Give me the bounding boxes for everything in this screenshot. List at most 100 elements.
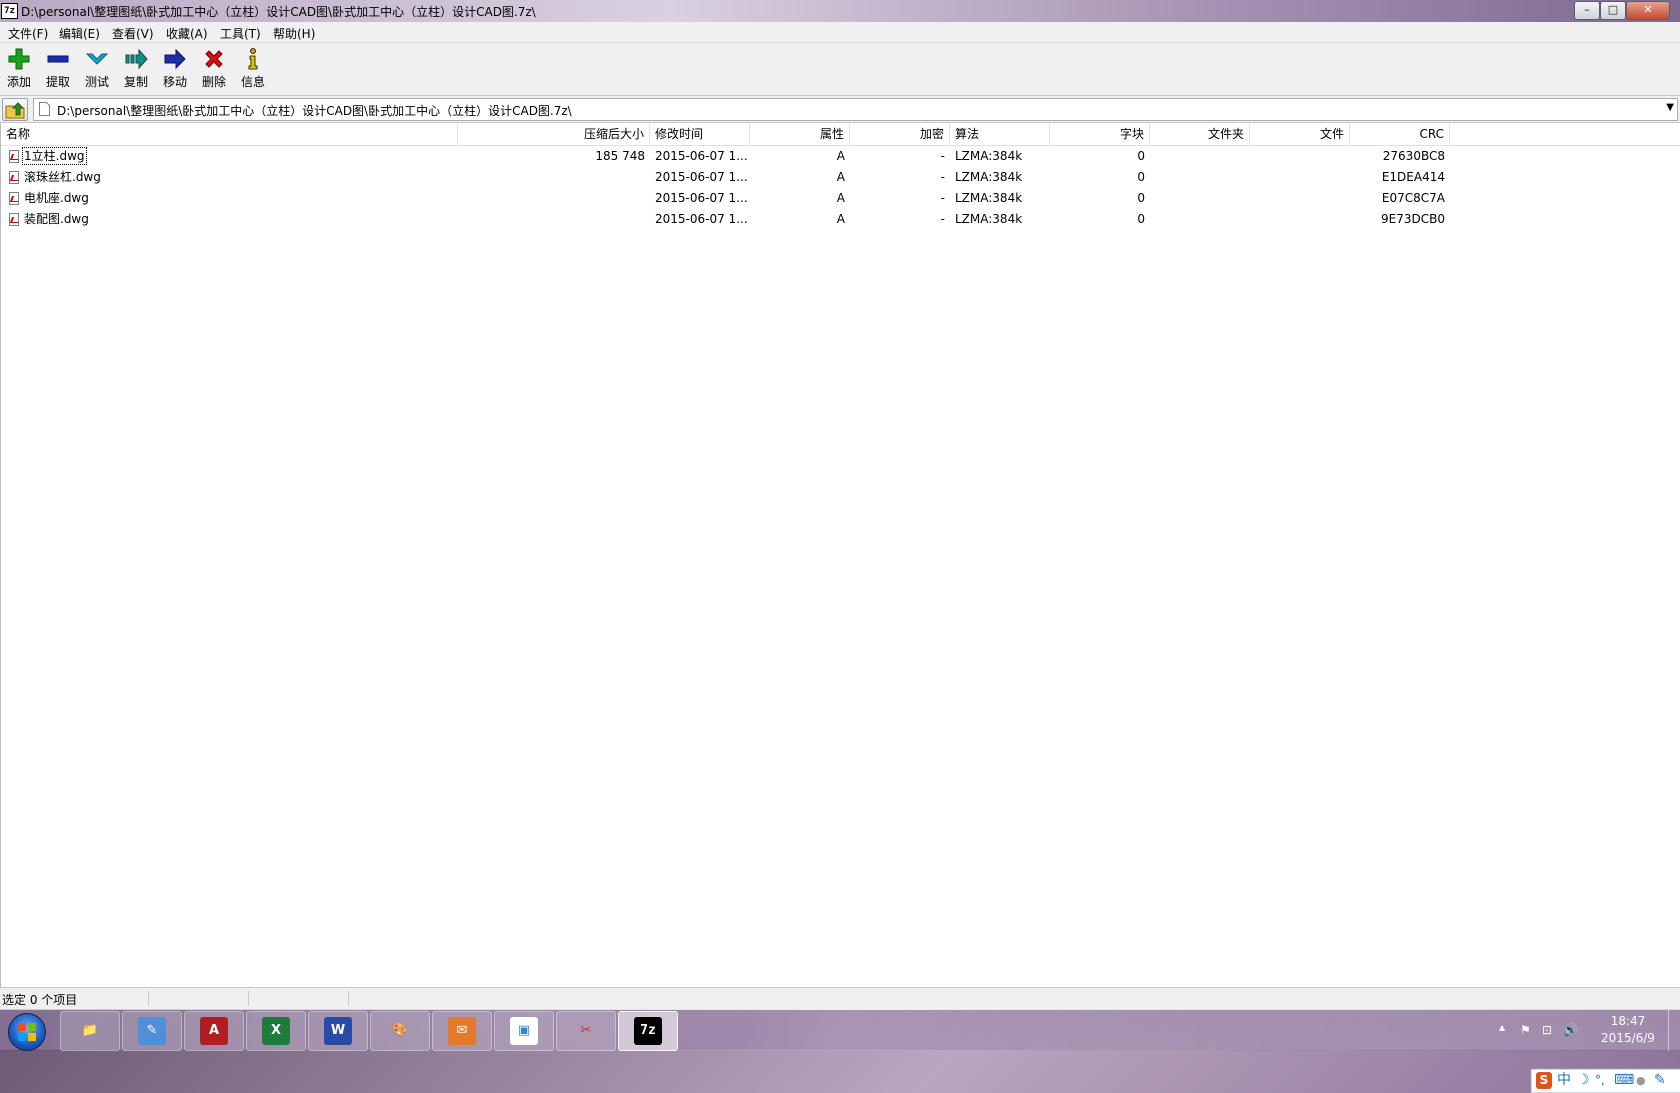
copy-button[interactable]: 复制 [117,45,155,93]
taskbar-mail[interactable]: ✉ [432,1011,492,1051]
menu-edit[interactable]: 编辑(E) [55,24,104,43]
start-button[interactable] [2,1011,48,1051]
column-attributes[interactable]: 属性 [750,123,850,145]
modified-time: 2015-06-07 1... [655,212,748,226]
test-button[interactable]: 测试 [78,45,116,93]
punctuation-toggle[interactable]: °, [1595,1072,1605,1089]
column-modified[interactable]: 修改时间 [650,123,750,145]
folders [1150,209,1250,230]
taskbar-explorer[interactable]: 📁 [60,1011,120,1051]
sogou-logo-icon[interactable]: S [1536,1072,1552,1089]
moon-icon[interactable]: ☽ [1577,1072,1590,1089]
taskbar-paint[interactable]: 🎨 [370,1011,430,1051]
taskbar-autocad[interactable]: A [184,1011,244,1051]
taskbar-excel[interactable]: X [246,1011,306,1051]
method: LZMA:384k [955,170,1023,184]
taskbar-archive[interactable]: W [308,1011,368,1051]
autocad-icon: A [200,1017,228,1045]
test-label: 测试 [84,75,109,89]
taskbar-7zip[interactable]: 7z [618,1011,678,1051]
file-row[interactable]: 1立柱.dwg 185 748 2015-06-07 1... A - LZMA… [1,146,1451,167]
action-center-flag-icon[interactable]: ⚑ [1520,1023,1531,1037]
column-files[interactable]: 文件 [1250,123,1350,145]
move-button[interactable]: 移动 [156,45,194,93]
encrypted: - [940,191,945,205]
file-name[interactable]: 1立柱.dwg [22,147,87,165]
network-icon[interactable]: ⊡ [1542,1023,1552,1037]
file-name[interactable]: 电机座.dwg [23,190,90,206]
copy-label: 复制 [123,75,148,89]
file-row[interactable]: 滚珠丝杠.dwg 2015-06-07 1... A - LZMA:384k 0… [1,167,1451,188]
user-icon[interactable]: ● [1636,1072,1646,1089]
menu-favorites[interactable]: 收藏(A) [162,24,212,43]
file-row[interactable]: 装配图.dwg 2015-06-07 1... A - LZMA:384k 0 … [1,209,1451,230]
folders [1150,167,1250,188]
status-bar: 选定 0 个项目 [0,987,1680,1010]
file-row[interactable]: 电机座.dwg 2015-06-07 1... A - LZMA:384k 0 … [1,188,1451,209]
move-icon [164,48,186,70]
method: LZMA:384k [955,212,1023,226]
delete-label: 删除 [201,75,226,89]
crc: E07C8C7A [1381,191,1445,205]
block: 0 [1137,212,1145,226]
copy-icon [125,48,148,70]
parent-folder-button[interactable] [2,98,28,121]
show-desktop-button[interactable] [1668,1010,1680,1051]
add-button[interactable]: 添加 [0,45,38,93]
column-folders[interactable]: 文件夹 [1150,123,1250,145]
packed-size [458,167,650,188]
taskbar-snipping[interactable]: ✂ [556,1011,616,1051]
block: 0 [1137,149,1145,163]
column-encrypted[interactable]: 加密 [850,123,950,145]
tool-icon[interactable]: ✎ [1654,1072,1666,1089]
menu-tools[interactable]: 工具(T) [216,24,265,43]
menu-view[interactable]: 查看(V) [108,24,158,43]
keyboard-icon[interactable]: ⌨ [1614,1072,1634,1089]
column-crc[interactable]: CRC [1350,123,1450,145]
add-icon [8,48,30,70]
attributes: A [836,191,845,205]
dwg-file-icon [9,150,19,163]
modified-time: 2015-06-07 1... [655,149,748,163]
minimize-button[interactable]: – [1574,1,1600,20]
column-name[interactable]: 名称 [1,123,458,145]
window-app-icon: ▣ [510,1017,538,1045]
encrypted: - [940,170,945,184]
volume-icon[interactable]: 🔊 [1563,1023,1578,1037]
file-list[interactable]: 名称 压缩后大小 修改时间 属性 加密 算法 字块 文件夹 文件 CRC 1立柱… [0,123,1680,1093]
crc: 27630BC8 [1382,149,1445,163]
modified-time: 2015-06-07 1... [655,170,748,184]
method: LZMA:384k [955,149,1023,163]
chevron-down-icon[interactable]: ▼ [1666,102,1674,113]
path-input[interactable]: D:\personal\整理图纸\卧式加工中心（立柱）设计CAD图\卧式加工中心… [33,98,1678,121]
window-title: D:\personal\整理图纸\卧式加工中心（立柱）设计CAD图\卧式加工中心… [21,5,536,19]
ime-toolbar[interactable]: S 中 ☽ °, ⌨ ● ✎ [1531,1069,1680,1093]
address-bar: D:\personal\整理图纸\卧式加工中心（立柱）设计CAD图\卧式加工中心… [0,96,1680,123]
extract-button[interactable]: 提取 [39,45,77,93]
7zip-app-icon[interactable]: 7z [1,3,18,19]
move-label: 移动 [162,75,187,89]
info-button[interactable]: 信息 [234,45,272,93]
menu-file[interactable]: 文件(F) [4,24,52,43]
column-method[interactable]: 算法 [950,123,1050,145]
status-text: 选定 0 个项目 [2,993,78,1007]
taskbar-draw[interactable]: ✎ [122,1011,182,1051]
taskbar-window[interactable]: ▣ [494,1011,554,1051]
folders [1150,188,1250,209]
ime-mode-toggle[interactable]: 中 [1557,1072,1571,1089]
close-button[interactable]: ✕ [1626,1,1670,20]
column-packed-size[interactable]: 压缩后大小 [458,123,650,145]
maximize-button[interactable]: □ [1600,1,1626,20]
snipping-tool-icon: ✂ [580,1023,592,1038]
extract-label: 提取 [45,75,70,89]
status-divider [148,991,149,1006]
status-divider [248,991,249,1006]
menu-help[interactable]: 帮助(H) [269,24,319,43]
file-name[interactable]: 装配图.dwg [23,211,90,227]
title-bar[interactable]: 7z D:\personal\整理图纸\卧式加工中心（立柱）设计CAD图\卧式加… [0,0,1680,22]
file-name[interactable]: 滚珠丝杠.dwg [23,169,102,185]
show-hidden-icons-icon[interactable]: ▲ [1499,1023,1505,1032]
clock[interactable]: 18:47 2015/6/9 [1596,1013,1660,1047]
delete-button[interactable]: 删除 [195,45,233,93]
column-block[interactable]: 字块 [1050,123,1150,145]
